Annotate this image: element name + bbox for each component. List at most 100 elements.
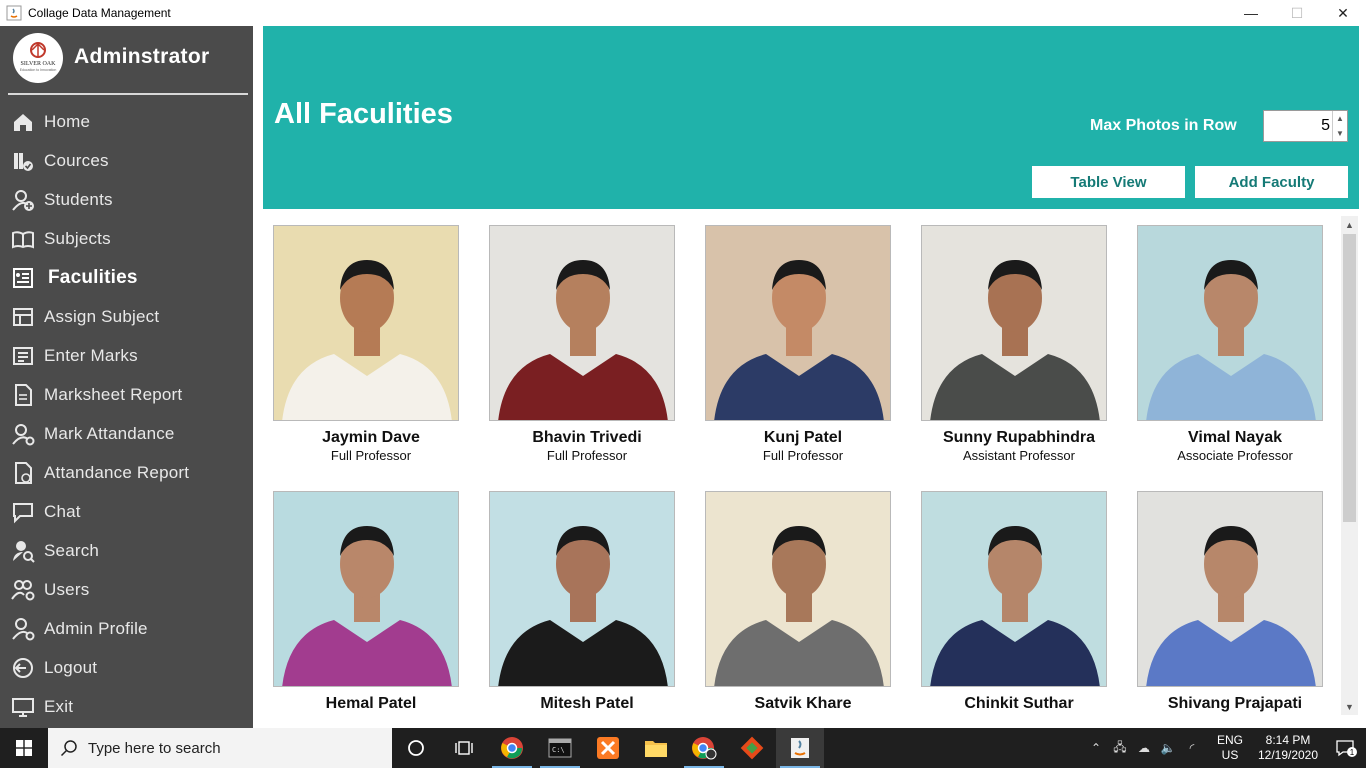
faculty-name: Shivang Prajapati bbox=[1167, 695, 1303, 712]
spin-up-button[interactable]: ▲ bbox=[1333, 111, 1347, 126]
start-button[interactable] bbox=[0, 728, 48, 768]
faculty-photo[interactable] bbox=[705, 491, 891, 687]
scroll-up-arrow[interactable]: ▲ bbox=[1341, 216, 1358, 233]
sidebar-item-home[interactable]: Home bbox=[0, 102, 253, 141]
sidebar-item-marksheet-report[interactable]: Marksheet Report bbox=[0, 375, 253, 414]
faculty-photo[interactable] bbox=[489, 491, 675, 687]
sidebar: SILVER OAK Education to Innovation Admin… bbox=[0, 26, 253, 728]
faculty-role: Full Professor bbox=[546, 448, 628, 463]
title-bar: Collage Data Management — ☐ ✕ bbox=[0, 0, 1366, 26]
sidebar-item-cources[interactable]: Cources bbox=[0, 141, 253, 180]
taskbar: Type here to search C:\ ⌃ 🖧 ☁ 🔈 ◜ ENG US bbox=[0, 728, 1366, 768]
max-photos-input[interactable] bbox=[1264, 111, 1332, 141]
college-logo: SILVER OAK Education to Innovation bbox=[13, 33, 63, 83]
sidebar-item-students[interactable]: Students bbox=[0, 180, 253, 219]
sidebar-item-chat[interactable]: Chat bbox=[0, 492, 253, 531]
cloud-icon[interactable]: ☁ bbox=[1132, 741, 1156, 755]
add-faculty-button[interactable]: Add Faculty bbox=[1195, 166, 1348, 198]
taskbar-search[interactable]: Type here to search bbox=[48, 728, 392, 768]
volume-muted-icon[interactable]: 🔈 bbox=[1156, 741, 1180, 755]
sidebar-item-exit[interactable]: Exit bbox=[0, 687, 253, 726]
sidebar-item-assign-subject[interactable]: Assign Subject bbox=[0, 297, 253, 336]
admin-profile-icon bbox=[10, 616, 36, 642]
faculty-photo[interactable] bbox=[921, 225, 1107, 421]
sidebar-menu: Home Cources Students Subjects Faculities Ass… bbox=[0, 102, 253, 726]
sidebar-item-label: Faculities bbox=[48, 266, 138, 288]
assign-icon bbox=[10, 304, 36, 330]
java-taskbar-button[interactable] bbox=[776, 728, 824, 768]
java-icon bbox=[791, 738, 809, 758]
close-button[interactable]: ✕ bbox=[1320, 0, 1366, 26]
sidebar-item-label: Marksheet Report bbox=[44, 384, 183, 404]
taskbar-search-placeholder: Type here to search bbox=[88, 739, 221, 757]
books-icon bbox=[10, 148, 36, 174]
sidebar-item-label: Students bbox=[44, 189, 113, 209]
sidebar-item-mark-attandance[interactable]: Mark Attandance bbox=[0, 414, 253, 453]
cortana-button[interactable] bbox=[392, 728, 440, 768]
svg-text:Education to Innovation: Education to Innovation bbox=[20, 68, 57, 72]
book-open-icon bbox=[10, 226, 36, 252]
chrome-taskbar-button[interactable] bbox=[488, 728, 536, 768]
faculty-role: Full Professor bbox=[762, 448, 844, 463]
sidebar-item-label: Mark Attandance bbox=[44, 423, 175, 443]
network-icon[interactable]: 🖧 bbox=[1108, 738, 1132, 759]
sidebar-item-search[interactable]: Search bbox=[0, 531, 253, 570]
faculty-photo[interactable] bbox=[1137, 491, 1323, 687]
minimize-button[interactable]: — bbox=[1228, 0, 1274, 26]
logout-icon bbox=[10, 655, 36, 681]
windows-icon bbox=[16, 740, 32, 756]
max-photos-spinner[interactable]: ▲ ▼ bbox=[1263, 110, 1348, 142]
cortana-icon bbox=[408, 740, 424, 756]
max-photos-label: Max Photos in Row bbox=[1090, 117, 1237, 134]
task-view-button[interactable] bbox=[440, 728, 488, 768]
file-explorer-button[interactable] bbox=[632, 728, 680, 768]
chrome-profile-taskbar-button[interactable] bbox=[680, 728, 728, 768]
faculty-photo[interactable] bbox=[1137, 225, 1323, 421]
clock[interactable]: 8:14 PM 12/19/2020 bbox=[1250, 733, 1326, 763]
scroll-down-arrow[interactable]: ▼ bbox=[1341, 698, 1358, 715]
svg-text:C:\: C:\ bbox=[552, 746, 565, 754]
sidebar-item-label: Exit bbox=[44, 696, 74, 716]
vertical-scrollbar[interactable]: ▲ ▼ bbox=[1341, 216, 1358, 715]
xampp-taskbar-button[interactable] bbox=[584, 728, 632, 768]
lang-code: ENG bbox=[1216, 733, 1243, 747]
sidebar-item-label: Assign Subject bbox=[44, 306, 160, 326]
student-icon bbox=[10, 187, 36, 213]
sidebar-item-logout[interactable]: Logout bbox=[0, 648, 253, 687]
faculty-name: Jaymin Dave bbox=[322, 429, 420, 446]
language-indicator[interactable]: ENG US bbox=[1210, 733, 1250, 763]
scroll-thumb[interactable] bbox=[1343, 234, 1356, 522]
faculty-role: Assistant Professor bbox=[963, 448, 1075, 463]
sidebar-item-subjects[interactable]: Subjects bbox=[0, 219, 253, 258]
sidebar-item-enter-marks[interactable]: Enter Marks bbox=[0, 336, 253, 375]
report-icon bbox=[10, 382, 36, 408]
users-icon bbox=[10, 577, 36, 603]
terminal-icon: C:\ bbox=[548, 738, 572, 758]
table-view-button[interactable]: Table View bbox=[1032, 166, 1185, 198]
faculty-photo[interactable] bbox=[273, 491, 459, 687]
git-taskbar-button[interactable] bbox=[728, 728, 776, 768]
sidebar-item-faculities[interactable]: Faculities bbox=[0, 258, 253, 297]
sidebar-divider bbox=[8, 93, 248, 95]
page-title: All Faculities bbox=[274, 98, 453, 130]
maximize-button[interactable]: ☐ bbox=[1274, 0, 1320, 26]
sidebar-item-label: Subjects bbox=[44, 228, 111, 248]
task-view-icon bbox=[455, 741, 473, 755]
search-user-icon bbox=[10, 538, 36, 564]
faculty-photo[interactable] bbox=[273, 225, 459, 421]
sidebar-item-admin-profile[interactable]: Admin Profile bbox=[0, 609, 253, 648]
exit-icon bbox=[10, 694, 36, 720]
wifi-icon[interactable]: ◜ bbox=[1180, 741, 1204, 755]
faculty-photo[interactable] bbox=[921, 491, 1107, 687]
notification-center-button[interactable]: 1 bbox=[1326, 738, 1366, 758]
terminal-taskbar-button[interactable]: C:\ bbox=[536, 728, 584, 768]
region-code: US bbox=[1221, 748, 1239, 762]
faculty-photo[interactable] bbox=[705, 225, 891, 421]
sidebar-item-attandance-report[interactable]: Attandance Report bbox=[0, 453, 253, 492]
faculty-grid: Jaymin Dave Full Professor Bhavin Trivedi F… bbox=[263, 209, 1341, 728]
java-app-icon bbox=[6, 5, 22, 21]
chevron-up-icon[interactable]: ⌃ bbox=[1084, 741, 1108, 755]
spin-down-button[interactable]: ▼ bbox=[1333, 126, 1347, 141]
sidebar-item-users[interactable]: Users bbox=[0, 570, 253, 609]
faculty-photo[interactable] bbox=[489, 225, 675, 421]
